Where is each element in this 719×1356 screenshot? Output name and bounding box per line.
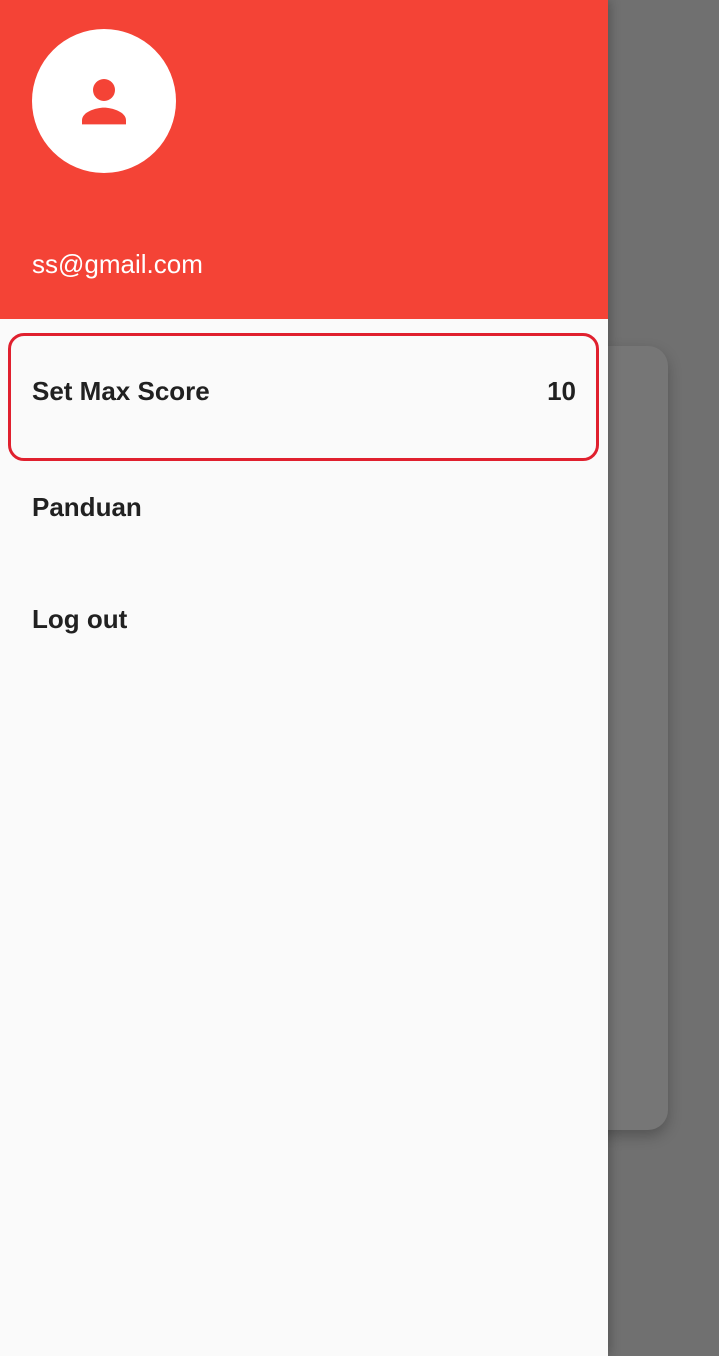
person-icon xyxy=(82,79,126,125)
max-score-value: 10 xyxy=(547,375,576,406)
menu-item-label: Set Max Score xyxy=(32,375,210,406)
navigation-drawer: ss@gmail.com Set Max Score 10 Panduan Lo… xyxy=(0,0,608,1356)
app-screen: ss@gmail.com Set Max Score 10 Panduan Lo… xyxy=(0,0,719,1356)
avatar[interactable] xyxy=(32,29,176,173)
menu-item-label: Panduan xyxy=(32,491,142,522)
menu-item-log-out[interactable]: Log out xyxy=(0,563,608,675)
account-email: ss@gmail.com xyxy=(32,249,203,279)
menu-item-panduan[interactable]: Panduan xyxy=(0,451,608,563)
drawer-menu: Set Max Score 10 Panduan Log out xyxy=(0,319,608,675)
menu-item-label: Log out xyxy=(32,603,128,634)
drawer-header: ss@gmail.com xyxy=(0,0,608,319)
menu-item-set-max-score[interactable]: Set Max Score 10 xyxy=(0,331,608,461)
